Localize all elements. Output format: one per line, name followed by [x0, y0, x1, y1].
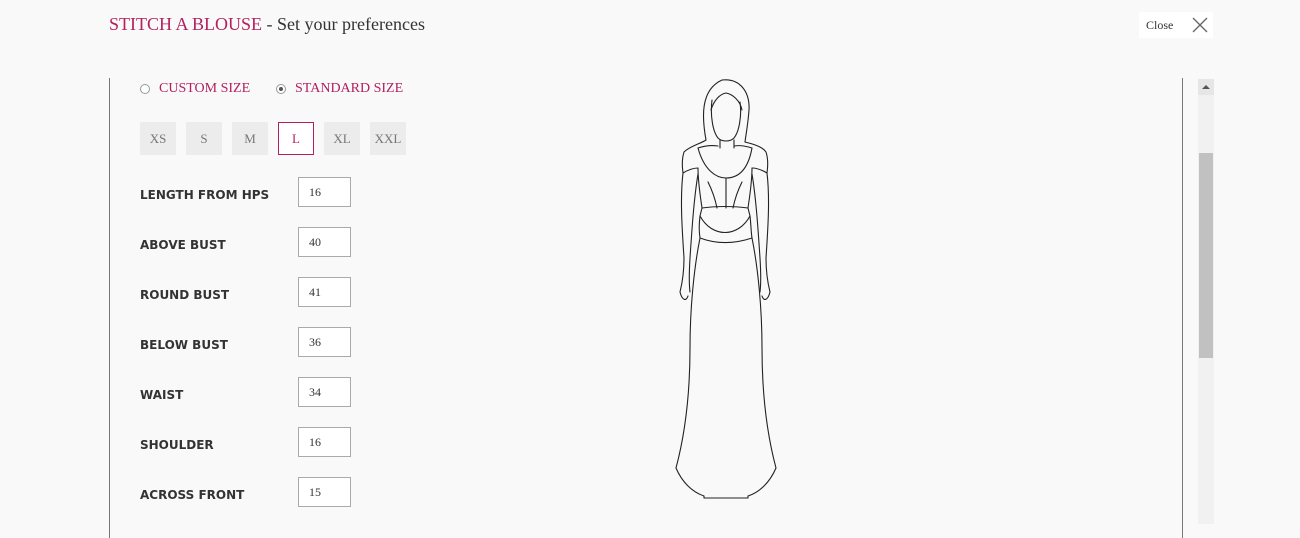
below-bust-input[interactable] [298, 327, 351, 357]
measurement-label: BELOW BUST [140, 338, 228, 352]
close-icon [1192, 17, 1208, 33]
measurement-row-above-bust: ABOVE BUST [140, 227, 400, 257]
measurement-label: SHOULDER [140, 438, 214, 452]
above-bust-input[interactable] [298, 227, 351, 257]
measurement-label: LENGTH FROM HPS [140, 188, 270, 202]
scroll-up-arrow-icon[interactable] [1198, 79, 1214, 95]
subtitle: Set your preferences [277, 14, 425, 34]
measurement-row-waist: WAIST [140, 377, 400, 407]
measurement-label: ACROSS FRONT [140, 488, 245, 502]
custom-size-label: CUSTOM SIZE [159, 81, 251, 96]
measurement-row-below-bust: BELOW BUST [140, 327, 400, 357]
size-button-s[interactable]: S [186, 122, 222, 155]
size-button-xs[interactable]: XS [140, 122, 176, 155]
modal-title: STITCH A BLOUSE - Set your preferences [109, 14, 425, 35]
title-separator: - [262, 14, 278, 34]
round-bust-input[interactable] [298, 277, 351, 307]
scrollbar[interactable] [1198, 79, 1214, 524]
across-front-input[interactable] [298, 477, 351, 507]
mannequin-illustration [675, 79, 777, 499]
size-button-xl[interactable]: XL [324, 122, 360, 155]
waist-input[interactable] [298, 377, 351, 407]
standard-size-radio[interactable]: STANDARD SIZE [276, 81, 403, 97]
measurement-row-round-bust: ROUND BUST [140, 277, 400, 307]
custom-size-radio[interactable]: CUSTOM SIZE [140, 81, 250, 97]
close-button[interactable]: Close [1139, 12, 1213, 38]
close-label: Close [1146, 17, 1174, 32]
standard-size-label: STANDARD SIZE [295, 81, 404, 96]
brand-title: STITCH A BLOUSE [109, 14, 263, 34]
scroll-thumb[interactable] [1199, 153, 1213, 358]
size-button-xxl[interactable]: XXL [370, 122, 406, 155]
standard-size-radio-circle[interactable] [276, 84, 286, 94]
measurement-row-across-front: ACROSS FRONT [140, 477, 400, 507]
size-button-l[interactable]: L [278, 122, 314, 155]
size-selector: XS S M L XL XXL [140, 122, 416, 155]
custom-size-radio-circle[interactable] [140, 84, 150, 94]
measurement-row-length-from-hps: LENGTH FROM HPS [140, 177, 400, 207]
measurement-row-shoulder: SHOULDER [140, 427, 400, 457]
shoulder-input[interactable] [298, 427, 351, 457]
length-from-hps-input[interactable] [298, 177, 351, 207]
size-button-m[interactable]: M [232, 122, 268, 155]
measurement-label: ABOVE BUST [140, 238, 226, 252]
measurement-label: WAIST [140, 388, 184, 402]
measurement-label: ROUND BUST [140, 288, 230, 302]
